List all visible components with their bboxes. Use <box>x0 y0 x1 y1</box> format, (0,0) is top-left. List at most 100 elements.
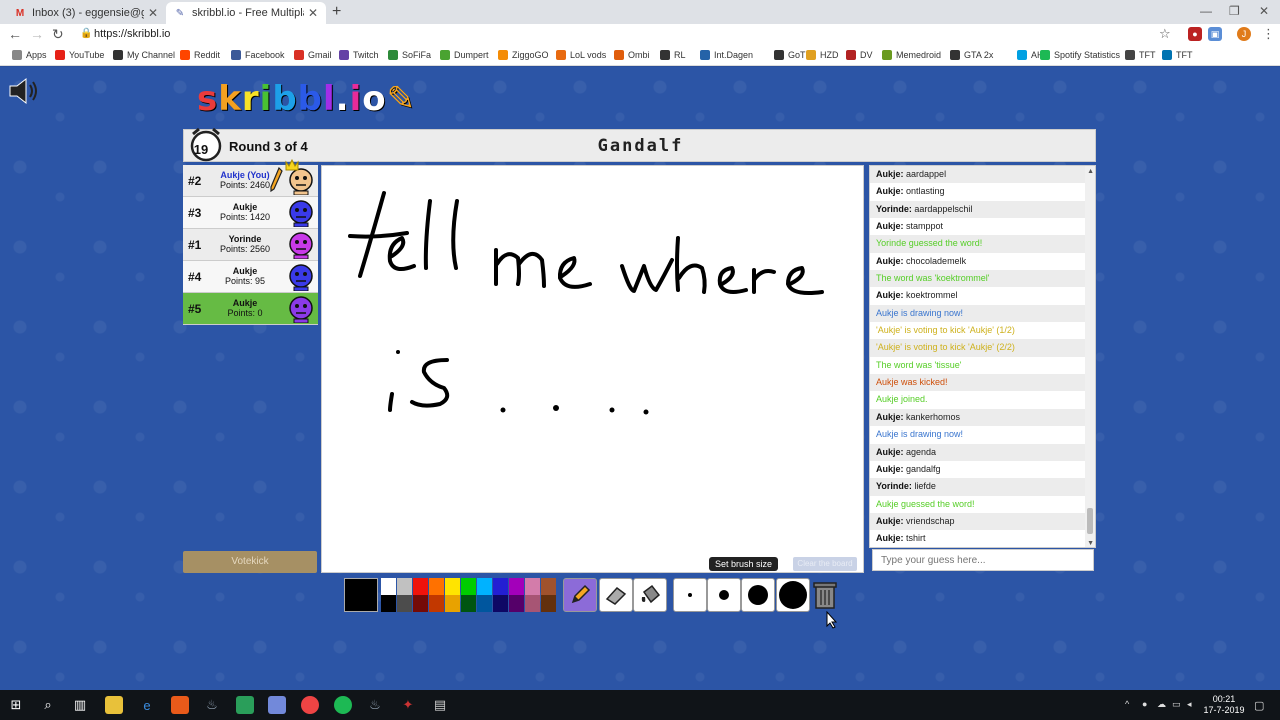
sound-toggle-icon[interactable] <box>8 77 38 105</box>
color-swatch[interactable] <box>509 595 524 612</box>
color-swatch[interactable] <box>461 578 476 595</box>
spotify-icon[interactable] <box>334 696 352 714</box>
volume-icon[interactable]: ◂ <box>1187 699 1192 710</box>
app-icon[interactable] <box>171 696 189 714</box>
guess-input[interactable] <box>872 549 1094 571</box>
app-icon[interactable]: ▤ <box>431 696 449 714</box>
file-explorer-icon[interactable] <box>105 696 123 714</box>
bookmark-item[interactable]: HZD <box>806 50 839 60</box>
chrome-icon[interactable] <box>301 696 319 714</box>
color-swatch[interactable] <box>429 595 444 612</box>
bookmark-item[interactable]: Int.Dagen <box>700 50 753 60</box>
brush-size-large[interactable] <box>741 578 775 612</box>
brush-size-small[interactable] <box>673 578 707 612</box>
menu-icon[interactable]: ⋮ <box>1262 26 1275 42</box>
tab-gmail[interactable]: M Inbox (3) - eggensie@gmail.com ✕ <box>6 2 166 24</box>
edge-icon[interactable]: e <box>138 696 156 714</box>
chat-scrollbar[interactable]: ▲ ▼ <box>1085 166 1095 547</box>
bookmark-item[interactable]: YouTube <box>55 50 104 60</box>
tray-icon[interactable]: ● <box>1142 699 1147 709</box>
scroll-up-icon[interactable]: ▲ <box>1087 168 1094 175</box>
bookmark-item[interactable]: Spotify Statistics <box>1040 50 1120 60</box>
tray-icon[interactable]: ☁ <box>1157 699 1166 710</box>
scroll-thumb[interactable] <box>1087 508 1093 534</box>
app-icon[interactable]: ✦ <box>399 696 417 714</box>
color-swatch[interactable] <box>541 578 556 595</box>
forward-icon[interactable]: → <box>30 26 44 42</box>
bookmark-item[interactable]: Ombi <box>614 50 650 60</box>
color-swatch[interactable] <box>461 595 476 612</box>
app-icon[interactable] <box>236 696 254 714</box>
bookmark-item[interactable]: ZiggoGO <box>498 50 549 60</box>
bookmark-item[interactable]: Facebook <box>231 50 285 60</box>
clear-board-button[interactable]: Clear the board <box>793 557 857 571</box>
close-tab-icon[interactable]: ✕ <box>148 6 158 20</box>
steam-icon[interactable]: ♨ <box>203 696 221 714</box>
bookmark-item[interactable]: Reddit <box>180 50 220 60</box>
color-swatch[interactable] <box>397 578 412 595</box>
color-swatch[interactable] <box>477 578 492 595</box>
scroll-down-icon[interactable]: ▼ <box>1087 540 1094 547</box>
bookmark-item[interactable]: TFT <box>1162 50 1193 60</box>
restore-icon[interactable]: ❐ <box>1229 4 1240 18</box>
player-row[interactable]: #2 Aukje (You) Points: 2460 <box>183 159 318 197</box>
color-swatch[interactable] <box>381 578 396 595</box>
fill-tool-button[interactable] <box>633 578 667 612</box>
eraser-tool-button[interactable] <box>599 578 633 612</box>
steam-icon[interactable]: ♨ <box>366 696 384 714</box>
search-icon[interactable]: ⌕ <box>39 696 57 714</box>
bookmark-item[interactable]: Twitch <box>339 50 379 60</box>
bookmark-item[interactable]: LoL vods <box>556 50 606 60</box>
player-row[interactable]: #1 Yorinde Points: 2560 <box>183 229 318 261</box>
color-swatch[interactable] <box>397 595 412 612</box>
color-swatch[interactable] <box>525 595 540 612</box>
profile-avatar[interactable]: J <box>1237 27 1251 41</box>
drawing-canvas[interactable] <box>321 165 864 573</box>
taskbar-clock[interactable]: 00:21 17-7-2019 <box>1202 694 1246 716</box>
bookmark-item[interactable]: Dumpert <box>440 50 489 60</box>
close-window-icon[interactable]: ✕ <box>1259 4 1269 18</box>
reload-icon[interactable]: ↻ <box>52 26 64 43</box>
player-row[interactable]: #5 Aukje Points: 0 <box>183 293 318 325</box>
discord-icon[interactable] <box>268 696 286 714</box>
bookmark-item[interactable]: Gmail <box>294 50 332 60</box>
minimize-icon[interactable]: — <box>1200 4 1212 18</box>
star-icon[interactable]: ☆ <box>1159 26 1171 42</box>
bookmark-item[interactable]: DV <box>846 50 873 60</box>
task-view-icon[interactable]: ▥ <box>71 696 89 714</box>
brush-size-medium[interactable] <box>707 578 741 612</box>
brush-size-xlarge[interactable] <box>776 578 810 612</box>
color-swatch[interactable] <box>493 595 508 612</box>
bookmark-item[interactable]: GoT <box>774 50 806 60</box>
windows-start-icon[interactable]: ⊞ <box>7 696 25 714</box>
color-swatch[interactable] <box>509 578 524 595</box>
color-swatch[interactable] <box>493 578 508 595</box>
color-swatch[interactable] <box>445 578 460 595</box>
color-swatch[interactable] <box>413 595 428 612</box>
color-swatch[interactable] <box>413 578 428 595</box>
bookmark-item[interactable]: My Channel <box>113 50 175 60</box>
color-swatch[interactable] <box>477 595 492 612</box>
color-swatch[interactable] <box>541 595 556 612</box>
tray-chevron-icon[interactable]: ^ <box>1125 699 1129 709</box>
player-row[interactable]: #3 Aukje Points: 1420 <box>183 197 318 229</box>
color-swatch[interactable] <box>525 578 540 595</box>
tab-skribbl[interactable]: ✎ skribbl.io - Free Multiplayer Drawing … <box>166 2 326 24</box>
bookmark-item[interactable]: RL <box>660 50 686 60</box>
bookmark-item[interactable]: GTA 2x <box>950 50 993 60</box>
trash-icon[interactable] <box>812 580 838 610</box>
url-field[interactable]: https://skribbl.io <box>94 28 170 40</box>
pencil-tool-button[interactable] <box>563 578 597 612</box>
notifications-icon[interactable]: ▢ <box>1254 699 1264 712</box>
color-swatch[interactable] <box>429 578 444 595</box>
extension-icon[interactable]: ▣ <box>1208 27 1222 41</box>
votekick-button[interactable]: Votekick <box>183 551 317 573</box>
bookmark-item[interactable]: TFT <box>1125 50 1156 60</box>
bookmark-item[interactable]: Memedroid <box>882 50 941 60</box>
extension-icon[interactable]: ● <box>1188 27 1202 41</box>
color-swatch[interactable] <box>381 595 396 612</box>
new-tab-button[interactable]: + <box>332 3 341 21</box>
player-row[interactable]: #4 Aukje Points: 95 <box>183 261 318 293</box>
back-icon[interactable]: ← <box>8 26 22 42</box>
bookmark-item[interactable]: SoFiFa <box>388 50 431 60</box>
